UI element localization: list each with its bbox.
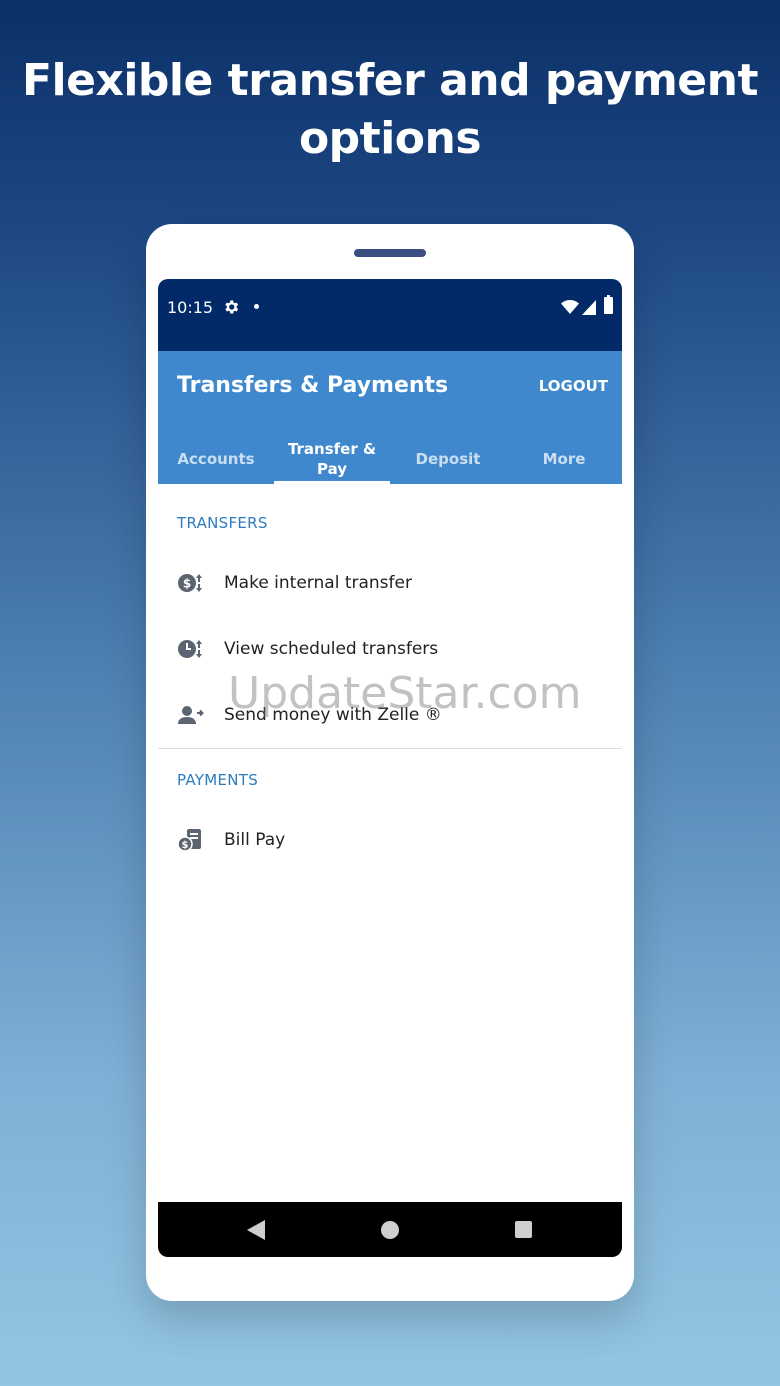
home-circle-icon[interactable] xyxy=(381,1221,399,1239)
phone-screen: 10:15 Transfers & Payments LOGOUT Accoun… xyxy=(158,279,622,1257)
notification-dot-icon xyxy=(254,304,259,309)
phone-frame: 10:15 Transfers & Payments LOGOUT Accoun… xyxy=(146,224,634,1301)
status-bar: 10:15 xyxy=(158,279,622,351)
tab-accounts[interactable]: Accounts xyxy=(158,433,274,484)
person-send-icon xyxy=(178,706,204,724)
tab-transfer-pay[interactable]: Transfer & Pay xyxy=(274,433,390,484)
logout-button[interactable]: LOGOUT xyxy=(539,377,608,395)
system-nav-bar xyxy=(158,1202,622,1257)
tab-transfer-pay-label: Transfer & Pay xyxy=(287,439,377,478)
payments-section-header: PAYMENTS xyxy=(177,771,259,789)
phone-speaker xyxy=(354,249,426,257)
watermark: UpdateStar.com xyxy=(228,668,582,719)
settings-gear-icon xyxy=(225,300,239,314)
status-time: 10:15 xyxy=(167,298,214,317)
tab-deposit[interactable]: Deposit xyxy=(390,433,506,484)
battery-icon xyxy=(604,295,613,314)
list-item-label: Make internal transfer xyxy=(224,573,412,593)
list-item-label: View scheduled transfers xyxy=(224,639,439,659)
tab-more-label: More xyxy=(542,449,586,468)
promo-headline-line2: options xyxy=(298,113,482,164)
main-content: TRANSFERS $ Make internal transfer View … xyxy=(158,484,622,1202)
recents-square-icon[interactable] xyxy=(515,1221,532,1238)
list-item-make-internal-transfer[interactable]: $ Make internal transfer xyxy=(158,552,622,614)
tab-deposit-label: Deposit xyxy=(415,449,481,468)
dollar-transfer-icon: $ xyxy=(178,574,202,592)
app-bar: Transfers & Payments LOGOUT Accounts Tra… xyxy=(158,351,622,484)
tab-bar: Accounts Transfer & Pay Deposit More xyxy=(158,433,622,484)
section-divider xyxy=(158,748,622,749)
tab-more[interactable]: More xyxy=(506,433,622,484)
wifi-icon xyxy=(561,300,579,314)
svg-text:$: $ xyxy=(182,840,189,851)
page-title: Transfers & Payments xyxy=(177,373,449,398)
list-item-bill-pay[interactable]: $ Bill Pay xyxy=(158,809,622,871)
signal-icon xyxy=(582,300,596,315)
promo-headline-line1: Flexible transfer and payment xyxy=(21,55,759,106)
list-item-label: Bill Pay xyxy=(224,830,286,850)
promo-headline: Flexible transfer and payment options xyxy=(0,52,780,168)
svg-text:$: $ xyxy=(183,577,191,591)
transfers-section-header: TRANSFERS xyxy=(177,514,268,532)
bill-pay-icon: $ xyxy=(177,829,201,852)
tab-accounts-label: Accounts xyxy=(177,449,255,468)
back-triangle-icon[interactable] xyxy=(247,1220,265,1240)
clock-transfer-icon xyxy=(178,640,202,658)
